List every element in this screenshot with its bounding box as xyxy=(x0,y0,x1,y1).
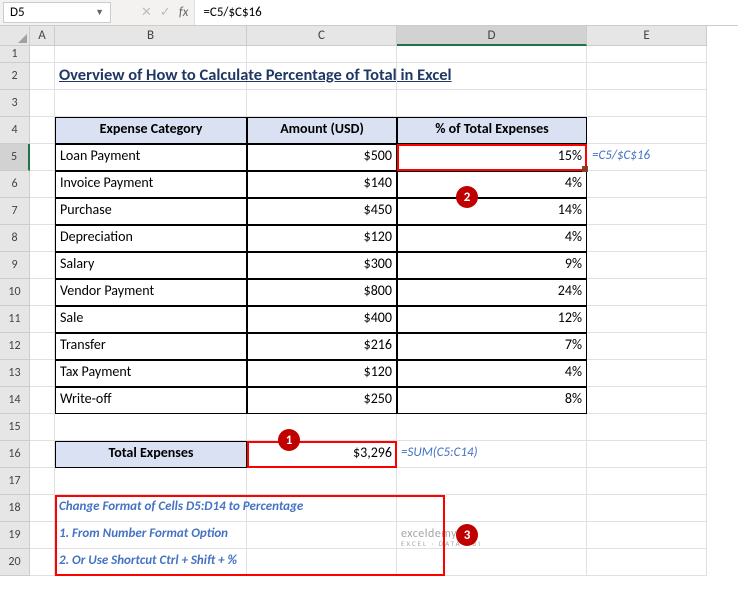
spreadsheet: A B C D E 1 2 3 4 5 6 7 8 9 10 11 12 13 … xyxy=(0,26,738,576)
cell-category[interactable]: Depreciation xyxy=(55,225,247,252)
row-header[interactable]: 7 xyxy=(0,198,30,225)
cell-amount[interactable]: $120 xyxy=(247,360,397,387)
cell-percent[interactable]: 4% xyxy=(397,360,587,387)
formula-bar[interactable]: =C5/$C$16 xyxy=(194,0,738,25)
fx-icon[interactable]: fx xyxy=(179,5,189,20)
cell-percent[interactable]: 15% xyxy=(397,144,587,171)
cell-percent[interactable]: 9% xyxy=(397,252,587,279)
col-header-d[interactable]: D xyxy=(397,26,587,46)
badge-1: 1 xyxy=(278,429,300,451)
row-header[interactable]: 10 xyxy=(0,279,30,306)
cell-category[interactable]: Transfer xyxy=(55,333,247,360)
row-header[interactable]: 12 xyxy=(0,333,30,360)
row-header[interactable]: 8 xyxy=(0,225,30,252)
cell-percent[interactable]: 12% xyxy=(397,306,587,333)
cell-amount[interactable]: $300 xyxy=(247,252,397,279)
row-header[interactable]: 20 xyxy=(0,549,30,576)
row-header[interactable]: 19 xyxy=(0,522,30,549)
cell-percent[interactable]: 8% xyxy=(397,387,587,414)
col-header-e[interactable]: E xyxy=(587,26,707,46)
table-row: Purchase$45014% xyxy=(30,198,738,225)
formula-buttons: ✕ ✓ fx xyxy=(141,5,188,20)
formula-bar-value: =C5/$C$16 xyxy=(203,5,261,20)
cell-category[interactable]: Write-off xyxy=(55,387,247,414)
cell-percent[interactable]: 4% xyxy=(397,225,587,252)
row-header[interactable]: 3 xyxy=(0,90,30,117)
header-category[interactable]: Expense Category xyxy=(55,117,247,144)
cell-category[interactable]: Vendor Payment xyxy=(55,279,247,306)
table-row: Depreciation$1204% xyxy=(30,225,738,252)
cell-amount[interactable]: $250 xyxy=(247,387,397,414)
row-header[interactable]: 9 xyxy=(0,252,30,279)
cell-category[interactable]: Salary xyxy=(55,252,247,279)
cell-percent[interactable]: 24% xyxy=(397,279,587,306)
enter-icon: ✓ xyxy=(160,5,171,20)
cell-category[interactable]: Invoice Payment xyxy=(55,171,247,198)
note-line-2: 1. From Number Format Option xyxy=(59,526,228,541)
chevron-down-icon[interactable]: ▼ xyxy=(95,7,104,18)
name-formula-bar: D5 ▼ ✕ ✓ fx =C5/$C$16 xyxy=(0,0,738,26)
table-row: Tax Payment$1204% xyxy=(30,360,738,387)
row-header[interactable]: 15 xyxy=(0,414,30,441)
row-header[interactable]: 13 xyxy=(0,360,30,387)
table-row: Write-off$2508% xyxy=(30,387,738,414)
cell-amount[interactable]: $800 xyxy=(247,279,397,306)
header-percent[interactable]: % of Total Expenses xyxy=(397,117,587,144)
cell-amount[interactable]: $450 xyxy=(247,198,397,225)
row-header[interactable]: 6 xyxy=(0,171,30,198)
row-headers: 1 2 3 4 5 6 7 8 9 10 11 12 13 14 15 16 1… xyxy=(0,46,30,576)
cell-category[interactable]: Sale xyxy=(55,306,247,333)
cell-amount[interactable]: $216 xyxy=(247,333,397,360)
row-header[interactable]: 14 xyxy=(0,387,30,414)
badge-3: 3 xyxy=(456,524,478,546)
table-row: Vendor Payment$80024% xyxy=(30,279,738,306)
total-label[interactable]: Total Expenses xyxy=(55,441,247,468)
name-box-value: D5 xyxy=(10,5,25,20)
row-header[interactable]: 4 xyxy=(0,117,30,144)
table-row: Sale$40012% xyxy=(30,306,738,333)
cell-grid[interactable]: Overview of How to Calculate Percentage … xyxy=(30,46,738,576)
cell-percent[interactable]: 7% xyxy=(397,333,587,360)
row-header[interactable]: 17 xyxy=(0,468,30,495)
total-value[interactable]: $3,296 xyxy=(247,441,397,468)
col-header-b[interactable]: B xyxy=(55,26,247,46)
cell-percent[interactable]: 4% xyxy=(397,171,587,198)
row-header[interactable]: 1 xyxy=(0,46,30,63)
watermark: exceldemyEXCEL · DATA · BI xyxy=(401,527,582,548)
cell-category[interactable]: Loan Payment xyxy=(55,144,247,171)
cancel-icon: ✕ xyxy=(141,5,152,20)
total-formula-annotation: =SUM(C5:C14) xyxy=(401,445,478,460)
select-all-corner[interactable] xyxy=(0,26,30,46)
col-header-a[interactable]: A xyxy=(30,26,55,46)
note-line-3: 2. Or Use Shortcut Ctrl + Shift + % xyxy=(59,553,237,568)
column-headers: A B C D E xyxy=(30,26,738,46)
d5-formula-annotation: =C5/$C$16 xyxy=(592,148,650,163)
cell-category[interactable]: Tax Payment xyxy=(55,360,247,387)
cell-amount[interactable]: $120 xyxy=(247,225,397,252)
badge-2: 2 xyxy=(456,186,478,208)
col-header-c[interactable]: C xyxy=(247,26,397,46)
table-row: Transfer$2167% xyxy=(30,333,738,360)
table-row: Salary$3009% xyxy=(30,252,738,279)
cell-category[interactable]: Purchase xyxy=(55,198,247,225)
header-amount[interactable]: Amount (USD) xyxy=(247,117,397,144)
cell-percent[interactable]: 14% xyxy=(397,198,587,225)
name-box[interactable]: D5 ▼ xyxy=(3,2,111,23)
cell-amount[interactable]: $400 xyxy=(247,306,397,333)
row-header[interactable]: 11 xyxy=(0,306,30,333)
cell-amount[interactable]: $500 xyxy=(247,144,397,171)
row-header[interactable]: 16 xyxy=(0,441,30,468)
row-header[interactable]: 2 xyxy=(0,63,30,90)
cell-amount[interactable]: $140 xyxy=(247,171,397,198)
row-header[interactable]: 5 xyxy=(0,144,30,171)
row-header[interactable]: 18 xyxy=(0,495,30,522)
table-row: Invoice Payment$1404% xyxy=(30,171,738,198)
